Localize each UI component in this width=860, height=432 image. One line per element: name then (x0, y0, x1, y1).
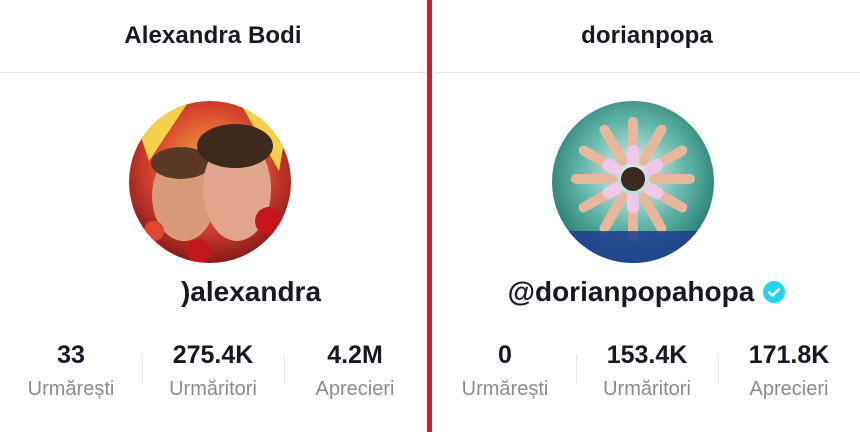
stat-followers[interactable]: 275.4K Urmăritori (142, 340, 284, 401)
stat-value: 33 (57, 341, 85, 369)
avatar[interactable] (129, 101, 291, 263)
stat-label: Aprecieri (315, 378, 395, 400)
stat-value: 4.2M (327, 341, 383, 369)
profile-title: dorianpopa (581, 22, 713, 49)
stat-label: Aprecieri (749, 378, 829, 400)
username-text: @dorianpopahopa (507, 276, 755, 307)
divider-line (427, 0, 432, 432)
stat-following[interactable]: 0 Urmărești (434, 340, 576, 401)
profile-header: Alexandra Bodi (0, 0, 426, 73)
stat-label: Urmăritori (169, 378, 257, 400)
stat-value: 153.4K (606, 341, 688, 369)
stat-value: 171.8K (748, 341, 830, 369)
profile-header: dorianpopa (434, 0, 860, 73)
stat-label: Urmăritori (603, 378, 691, 400)
stats-row: 0 Urmărești 153.4K Urmăritori 171.8K Apr… (434, 340, 860, 401)
stats-row: 33 Urmărești 275.4K Urmăritori 4.2M Apre… (0, 340, 426, 401)
stat-likes: 171.8K Aprecieri (718, 340, 860, 401)
comparison-divider (426, 0, 434, 432)
stat-following[interactable]: 33 Urmărești (0, 340, 142, 401)
profile-panel-right: dorianpopa @dorianpopahopa 0 Urmărești 1… (434, 0, 860, 432)
stat-followers[interactable]: 153.4K Urmăritori (576, 340, 718, 401)
stat-value: 0 (498, 341, 512, 369)
stat-label: Urmărești (27, 378, 115, 400)
stat-value: 275.4K (172, 341, 254, 369)
profile-panel-left: Alexandra Bodi )alexandra 33 Urmărești 2… (0, 0, 426, 432)
username: )alexandra (0, 276, 426, 308)
username-text: )alexandra (180, 276, 322, 307)
profile-title: Alexandra Bodi (124, 22, 302, 49)
avatar[interactable] (552, 101, 714, 263)
stat-label: Urmărești (461, 378, 549, 400)
verified-badge-icon (763, 281, 786, 303)
username: @dorianpopahopa (434, 276, 860, 308)
stat-likes: 4.2M Aprecieri (284, 340, 426, 401)
